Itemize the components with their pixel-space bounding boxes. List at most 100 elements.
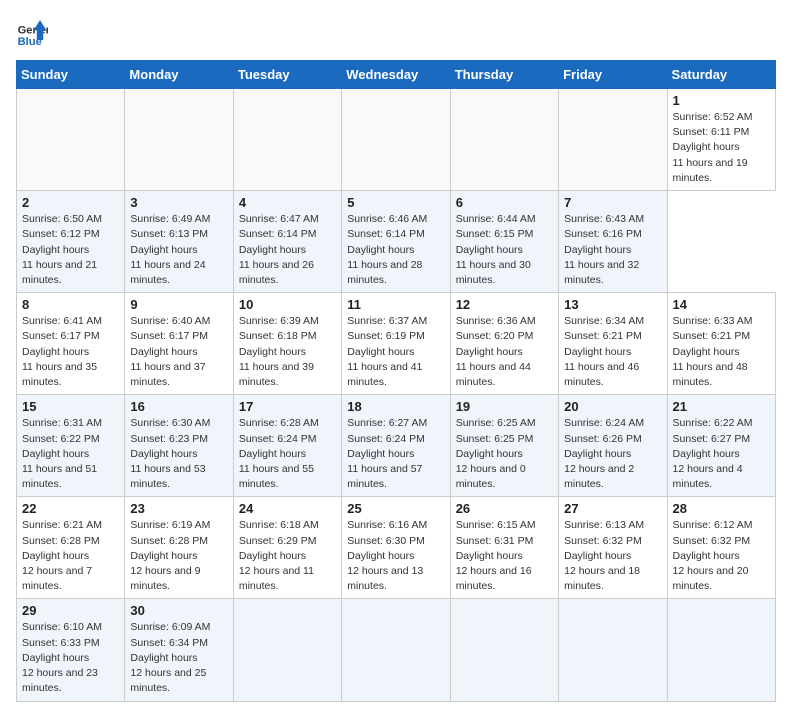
logo-icon: General Blue xyxy=(16,16,48,48)
day-info: Sunrise: 6:24 AMSunset: 6:26 PMDaylight … xyxy=(564,416,661,492)
day-cell-13: 13 Sunrise: 6:34 AMSunset: 6:21 PMDayligh… xyxy=(559,293,667,395)
day-number: 4 xyxy=(239,195,336,210)
day-info: Sunrise: 6:16 AMSunset: 6:30 PMDaylight … xyxy=(347,518,444,594)
header-tuesday: Tuesday xyxy=(233,61,341,89)
day-info: Sunrise: 6:12 AMSunset: 6:32 PMDaylight … xyxy=(673,518,770,594)
day-number: 13 xyxy=(564,297,661,312)
day-info: Sunrise: 6:22 AMSunset: 6:27 PMDaylight … xyxy=(673,416,770,492)
day-info: Sunrise: 6:49 AMSunset: 6:13 PMDaylight … xyxy=(130,212,227,288)
empty-cell xyxy=(559,599,667,701)
empty-cell xyxy=(125,89,233,191)
day-number: 24 xyxy=(239,501,336,516)
day-cell-9: 9Sunrise: 6:40 AMSunset: 6:17 PMDaylight… xyxy=(125,293,233,395)
day-number: 7 xyxy=(564,195,661,210)
day-cell-1: 1Sunrise: 6:52 AMSunset: 6:11 PMDaylight… xyxy=(667,89,775,191)
week-row-2: 2 Sunrise: 6:50 AMSunset: 6:12 PMDaylight… xyxy=(17,191,776,293)
empty-cell xyxy=(17,89,125,191)
empty-cell xyxy=(233,89,341,191)
day-info: Sunrise: 6:33 AMSunset: 6:21 PMDaylight … xyxy=(673,314,770,390)
day-info: Sunrise: 6:41 AMSunset: 6:17 PMDaylight … xyxy=(22,314,119,390)
day-info: Sunrise: 6:09 AMSunset: 6:34 PMDaylight … xyxy=(130,620,227,696)
day-info: Sunrise: 6:28 AMSunset: 6:24 PMDaylight … xyxy=(239,416,336,492)
day-number: 29 xyxy=(22,603,119,618)
day-info: Sunrise: 6:44 AMSunset: 6:15 PMDaylight … xyxy=(456,212,553,288)
header-sunday: Sunday xyxy=(17,61,125,89)
week-row-5: 22 Sunrise: 6:21 AMSunset: 6:28 PMDayligh… xyxy=(17,497,776,599)
day-number: 25 xyxy=(347,501,444,516)
day-info: Sunrise: 6:21 AMSunset: 6:28 PMDaylight … xyxy=(22,518,119,594)
day-number: 18 xyxy=(347,399,444,414)
empty-cell xyxy=(667,599,775,701)
day-number: 12 xyxy=(456,297,553,312)
header-wednesday: Wednesday xyxy=(342,61,450,89)
day-number: 9 xyxy=(130,297,227,312)
day-number: 20 xyxy=(564,399,661,414)
day-number: 22 xyxy=(22,501,119,516)
day-cell-6: 6 Sunrise: 6:44 AMSunset: 6:15 PMDaylight… xyxy=(450,191,558,293)
empty-cell xyxy=(233,599,341,701)
day-cell-19: 19 Sunrise: 6:25 AMSunset: 6:25 PMDayligh… xyxy=(450,395,558,497)
day-cell-10: 10Sunrise: 6:39 AMSunset: 6:18 PMDayligh… xyxy=(233,293,341,395)
logo: General Blue xyxy=(16,16,48,48)
day-cell-2: 2 Sunrise: 6:50 AMSunset: 6:12 PMDaylight… xyxy=(17,191,125,293)
day-info: Sunrise: 6:47 AMSunset: 6:14 PMDaylight … xyxy=(239,212,336,288)
day-info: Sunrise: 6:30 AMSunset: 6:23 PMDaylight … xyxy=(130,416,227,492)
day-number: 14 xyxy=(673,297,770,312)
day-number: 6 xyxy=(456,195,553,210)
header-monday: Monday xyxy=(125,61,233,89)
day-cell-24: 24Sunrise: 6:18 AMSunset: 6:29 PMDayligh… xyxy=(233,497,341,599)
day-cell-3: 3 Sunrise: 6:49 AMSunset: 6:13 PMDaylight… xyxy=(125,191,233,293)
day-cell-21: 21 Sunrise: 6:22 AMSunset: 6:27 PMDayligh… xyxy=(667,395,775,497)
calendar-header-row: SundayMondayTuesdayWednesdayThursdayFrid… xyxy=(17,61,776,89)
week-row-3: 8 Sunrise: 6:41 AMSunset: 6:17 PMDaylight… xyxy=(17,293,776,395)
empty-cell xyxy=(450,89,558,191)
day-number: 17 xyxy=(239,399,336,414)
day-cell-11: 11Sunrise: 6:37 AMSunset: 6:19 PMDayligh… xyxy=(342,293,450,395)
day-cell-7: 7 Sunrise: 6:43 AMSunset: 6:16 PMDaylight… xyxy=(559,191,667,293)
day-info: Sunrise: 6:43 AMSunset: 6:16 PMDaylight … xyxy=(564,212,661,288)
empty-cell xyxy=(450,599,558,701)
week-row-6: 29 Sunrise: 6:10 AMSunset: 6:33 PMDayligh… xyxy=(17,599,776,701)
day-cell-14: 14 Sunrise: 6:33 AMSunset: 6:21 PMDayligh… xyxy=(667,293,775,395)
day-cell-16: 16 Sunrise: 6:30 AMSunset: 6:23 PMDayligh… xyxy=(125,395,233,497)
day-info: Sunrise: 6:25 AMSunset: 6:25 PMDaylight … xyxy=(456,416,553,492)
day-cell-15: 15 Sunrise: 6:31 AMSunset: 6:22 PMDayligh… xyxy=(17,395,125,497)
header-thursday: Thursday xyxy=(450,61,558,89)
day-info: Sunrise: 6:50 AMSunset: 6:12 PMDaylight … xyxy=(22,212,119,288)
day-cell-29: 29 Sunrise: 6:10 AMSunset: 6:33 PMDayligh… xyxy=(17,599,125,701)
day-info: Sunrise: 6:46 AMSunset: 6:14 PMDaylight … xyxy=(347,212,444,288)
day-cell-28: 28 Sunrise: 6:12 AMSunset: 6:32 PMDayligh… xyxy=(667,497,775,599)
day-number: 30 xyxy=(130,603,227,618)
day-number: 16 xyxy=(130,399,227,414)
day-number: 27 xyxy=(564,501,661,516)
day-info: Sunrise: 6:27 AMSunset: 6:24 PMDaylight … xyxy=(347,416,444,492)
day-cell-30: 30 Sunrise: 6:09 AMSunset: 6:34 PMDayligh… xyxy=(125,599,233,701)
day-number: 21 xyxy=(673,399,770,414)
day-number: 8 xyxy=(22,297,119,312)
day-number: 28 xyxy=(673,501,770,516)
day-number: 10 xyxy=(239,297,336,312)
day-info: Sunrise: 6:10 AMSunset: 6:33 PMDaylight … xyxy=(22,620,119,696)
day-number: 2 xyxy=(22,195,119,210)
day-info: Sunrise: 6:15 AMSunset: 6:31 PMDaylight … xyxy=(456,518,553,594)
day-cell-25: 25 Sunrise: 6:16 AMSunset: 6:30 PMDayligh… xyxy=(342,497,450,599)
day-cell-20: 20 Sunrise: 6:24 AMSunset: 6:26 PMDayligh… xyxy=(559,395,667,497)
header-saturday: Saturday xyxy=(667,61,775,89)
day-cell-26: 26Sunrise: 6:15 AMSunset: 6:31 PMDayligh… xyxy=(450,497,558,599)
day-cell-18: 18 Sunrise: 6:27 AMSunset: 6:24 PMDayligh… xyxy=(342,395,450,497)
calendar-table: SundayMondayTuesdayWednesdayThursdayFrid… xyxy=(16,60,776,702)
empty-cell xyxy=(342,599,450,701)
day-number: 11 xyxy=(347,297,444,312)
day-info: Sunrise: 6:34 AMSunset: 6:21 PMDaylight … xyxy=(564,314,661,390)
day-cell-17: 17 Sunrise: 6:28 AMSunset: 6:24 PMDayligh… xyxy=(233,395,341,497)
day-number: 15 xyxy=(22,399,119,414)
day-info: Sunrise: 6:19 AMSunset: 6:28 PMDaylight … xyxy=(130,518,227,594)
day-cell-27: 27Sunrise: 6:13 AMSunset: 6:32 PMDayligh… xyxy=(559,497,667,599)
day-cell-12: 12Sunrise: 6:36 AMSunset: 6:20 PMDayligh… xyxy=(450,293,558,395)
day-number: 3 xyxy=(130,195,227,210)
page-header: General Blue xyxy=(16,16,776,48)
day-number: 19 xyxy=(456,399,553,414)
day-info: Sunrise: 6:31 AMSunset: 6:22 PMDaylight … xyxy=(22,416,119,492)
day-number: 23 xyxy=(130,501,227,516)
week-row-4: 15 Sunrise: 6:31 AMSunset: 6:22 PMDayligh… xyxy=(17,395,776,497)
